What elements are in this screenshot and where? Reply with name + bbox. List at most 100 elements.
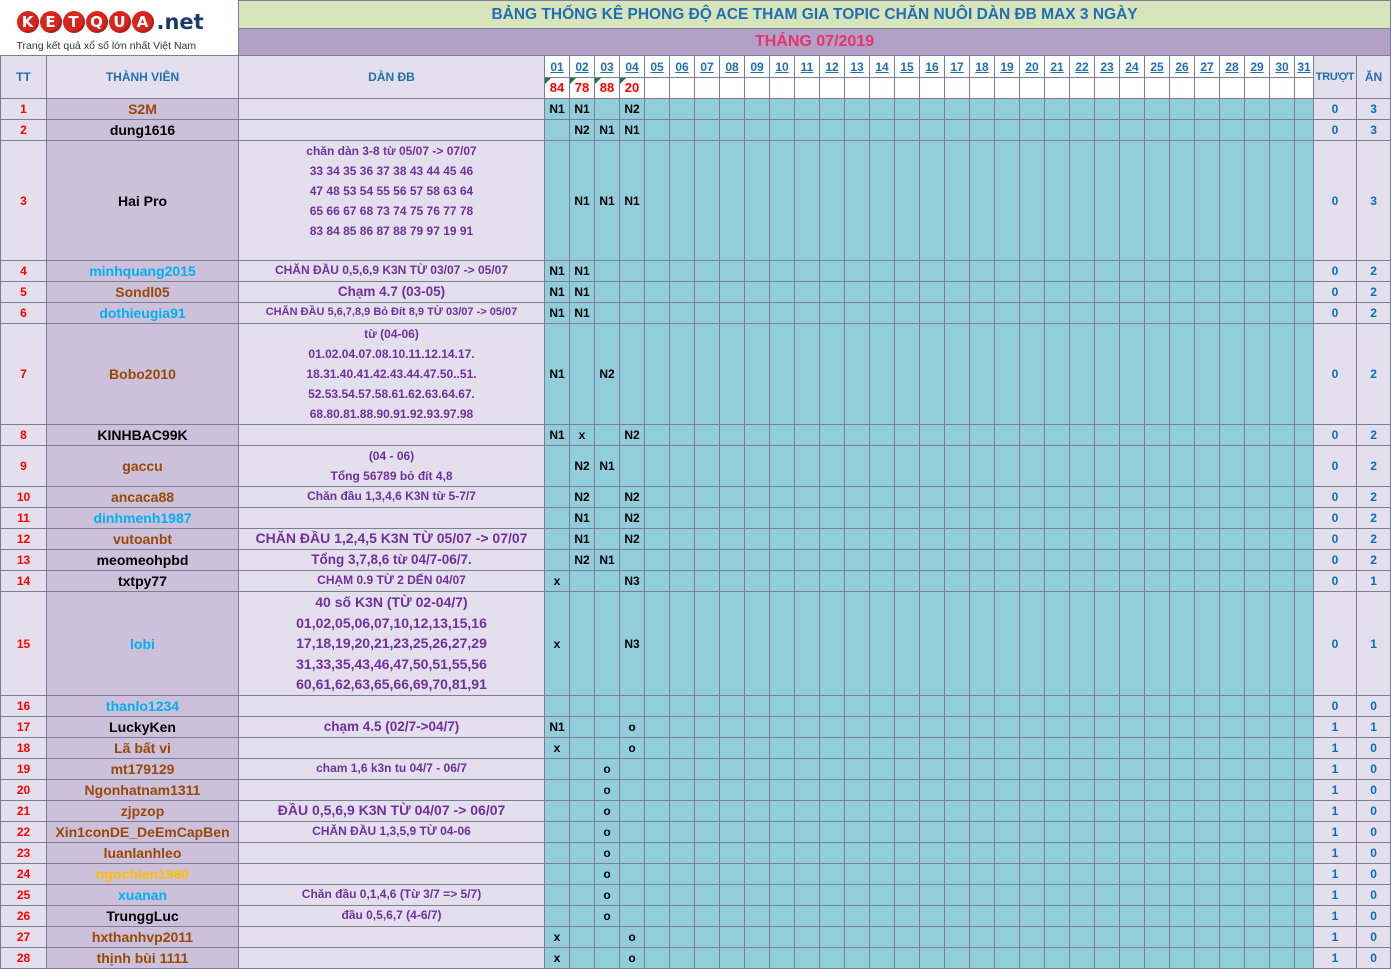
day-cell xyxy=(769,260,795,282)
day-cell xyxy=(919,119,945,141)
day-cell xyxy=(719,905,745,927)
day-cell xyxy=(969,528,995,550)
day-cell xyxy=(794,758,820,780)
day-cell xyxy=(719,424,745,446)
day-cell xyxy=(794,570,820,592)
day-cell xyxy=(619,758,645,780)
day-cell xyxy=(1269,884,1295,906)
day-cell xyxy=(794,507,820,529)
day-cell: o xyxy=(594,884,620,906)
day-cell xyxy=(919,486,945,508)
day-cell xyxy=(1019,119,1045,141)
member-row: 5 Sondl05 Chạm 4.7 (03-05) N1 N1 0 2 xyxy=(0,281,1391,303)
member-row: 11 dinhmenh1987 N1 N2 0 2 xyxy=(0,507,1391,529)
day-cell xyxy=(844,947,870,969)
day-cell xyxy=(1169,281,1195,303)
day-cell xyxy=(1294,486,1314,508)
day-cell xyxy=(719,281,745,303)
day-cell xyxy=(1194,486,1220,508)
day-cell xyxy=(1294,947,1314,969)
header-hit: ĂN xyxy=(1355,55,1391,99)
day-cell xyxy=(569,947,595,969)
day-cell: o xyxy=(594,779,620,801)
day-cell xyxy=(594,570,620,592)
row-number: 28 xyxy=(0,947,47,969)
dan-line: cham 1,6 k3n tu 04/7 - 06/7 xyxy=(316,761,467,775)
day-cell xyxy=(819,507,845,529)
dan-cell: Chạm 4.7 (03-05) xyxy=(238,281,545,303)
day-cell xyxy=(694,281,720,303)
day-cell xyxy=(669,528,695,550)
day-cell xyxy=(744,507,770,529)
day-cell xyxy=(1119,842,1145,864)
logo-tagline: Trang kết quả xổ số lớn nhất Việt Nam xyxy=(16,39,197,52)
day-cell xyxy=(769,737,795,759)
member-name: gaccu xyxy=(46,445,239,487)
day-cell xyxy=(1119,716,1145,738)
day-cell xyxy=(1244,486,1270,508)
day-cell xyxy=(744,905,770,927)
day-cell xyxy=(744,695,770,717)
dan-cell xyxy=(238,507,545,529)
day-cell xyxy=(1044,424,1070,446)
day-cell xyxy=(644,445,670,487)
logo-domain: .net xyxy=(156,9,204,34)
day-header: 09 xyxy=(744,55,770,78)
day-cell xyxy=(694,695,720,717)
row-number: 19 xyxy=(0,758,47,780)
day-cell xyxy=(919,260,945,282)
row-number: 13 xyxy=(0,549,47,571)
day-cell xyxy=(669,549,695,571)
day-cell xyxy=(719,737,745,759)
hit-count: 2 xyxy=(1355,528,1391,550)
day-cell xyxy=(569,716,595,738)
draw-result: 88 xyxy=(594,77,620,99)
day-cell xyxy=(1169,323,1195,425)
day-cell xyxy=(794,119,820,141)
header-member: THÀNH VIÊN xyxy=(46,55,239,99)
day-cell xyxy=(694,884,720,906)
miss-count: 1 xyxy=(1313,737,1357,759)
day-cell xyxy=(819,260,845,282)
miss-count: 0 xyxy=(1313,695,1357,717)
day-cell: N1 xyxy=(569,302,595,324)
day-cell xyxy=(1219,800,1245,822)
day-cell xyxy=(844,884,870,906)
day-cell xyxy=(719,591,745,696)
day-cell xyxy=(1169,758,1195,780)
day-cell xyxy=(1219,570,1245,592)
day-cell xyxy=(1019,947,1045,969)
dan-cell xyxy=(238,779,545,801)
day-cell xyxy=(694,424,720,446)
day-cell xyxy=(594,260,620,282)
day-cell xyxy=(769,424,795,446)
day-cell xyxy=(1244,445,1270,487)
day-cell xyxy=(894,570,920,592)
day-cell xyxy=(1294,905,1314,927)
day-cell xyxy=(1044,507,1070,529)
day-cell xyxy=(1044,260,1070,282)
row-number: 2 xyxy=(0,119,47,141)
day-cell xyxy=(744,926,770,948)
logo-letter: Q xyxy=(85,10,108,33)
day-cell xyxy=(869,779,895,801)
logo-letter: A xyxy=(131,10,154,33)
day-cell xyxy=(644,281,670,303)
day-cell xyxy=(694,507,720,529)
day-cell xyxy=(1069,98,1095,120)
day-cell xyxy=(894,947,920,969)
day-cell xyxy=(1044,549,1070,571)
day-cell xyxy=(1169,549,1195,571)
day-cell: o xyxy=(619,926,645,948)
day-cell xyxy=(944,119,970,141)
day-cell xyxy=(1069,302,1095,324)
day-cell xyxy=(1294,842,1314,864)
day-cell xyxy=(1269,302,1295,324)
day-cell xyxy=(944,737,970,759)
day-cell xyxy=(744,486,770,508)
dan-cell: ĐẦU 0,5,6,9 K3N TỪ 04/07 -> 06/07 xyxy=(238,800,545,822)
day-cell xyxy=(1119,445,1145,487)
day-cell xyxy=(994,570,1020,592)
day-cell: x xyxy=(544,947,570,969)
dan-cell: CHĂN ĐẦU 0,5,6,9 K3N TỪ 03/07 -> 05/07 xyxy=(238,260,545,282)
